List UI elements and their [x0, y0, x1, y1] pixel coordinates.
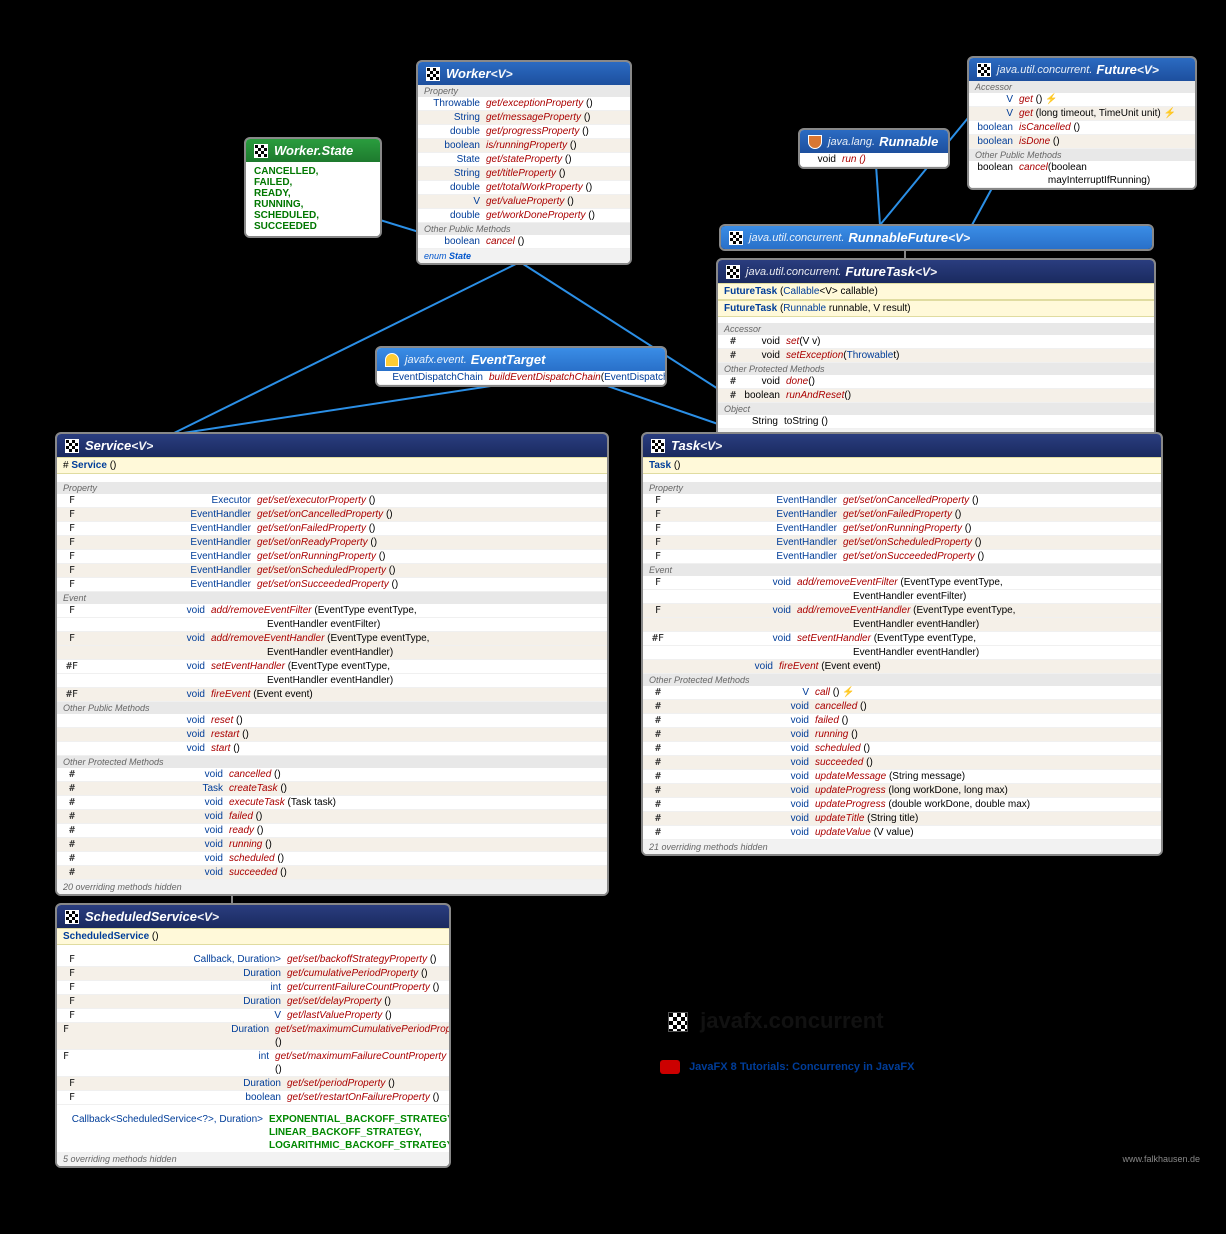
constructor: Task () — [643, 457, 1161, 474]
section-event: Event — [643, 564, 1161, 576]
section-protected: Other Protected Methods — [57, 756, 607, 768]
checker-icon — [65, 439, 79, 453]
title-bar: ScheduledService<V> — [57, 905, 449, 928]
title-bar: Worker.State — [246, 139, 380, 162]
enum-values: CANCELLED, FAILED, READY, RUNNING, SCHED… — [246, 162, 380, 236]
checker-icon — [65, 910, 79, 924]
interface-worker: Worker<V> Property Throwableget/exceptio… — [416, 60, 632, 265]
class-service: Service<V> # Service () Property FExecut… — [55, 432, 609, 896]
section-accessor: Accessor — [969, 81, 1195, 93]
checker-icon — [426, 67, 440, 81]
section-object: Object — [718, 403, 1154, 415]
title-bar: Service<V> — [57, 434, 607, 457]
checker-icon — [729, 231, 743, 245]
interface-runnable: java.lang.Runnable voidrun () — [798, 128, 950, 169]
title-bar: Task<V> — [643, 434, 1161, 457]
checker-icon — [726, 265, 740, 279]
class-future-task: java.util.concurrent.FutureTask<V> Futur… — [716, 258, 1156, 445]
constructor: ScheduledService () — [57, 928, 449, 945]
title-bar: javafx.event.EventTarget — [377, 348, 665, 371]
footer-url: www.falkhausen.de — [1122, 1154, 1200, 1164]
section-property: Property — [57, 482, 607, 494]
cup-icon — [808, 135, 822, 149]
section-protected: Other Protected Methods — [718, 363, 1154, 375]
constructor: FutureTask (Runnable runnable, V result) — [718, 300, 1154, 317]
constructor: FutureTask (Callable<V> callable) — [718, 283, 1154, 300]
package-label: javafx.concurrent — [668, 1008, 884, 1034]
section-other: Other Public Methods — [418, 223, 630, 235]
title-bar: Worker<V> — [418, 62, 630, 85]
constructor: # Service () — [57, 457, 607, 474]
enum-ref: enum State — [418, 249, 630, 263]
title-bar: java.lang.Runnable — [800, 130, 948, 153]
section-protected: Other Protected Methods — [643, 674, 1161, 686]
checker-icon — [977, 63, 991, 77]
title-bar: java.util.concurrent.FutureTask<V> — [718, 260, 1154, 283]
title-bar: java.util.concurrent.RunnableFuture<V> — [721, 226, 1152, 249]
class-scheduled-service: ScheduledService<V> ScheduledService () … — [55, 903, 451, 1168]
section-property: Property — [418, 85, 630, 97]
interface-event-target: javafx.event.EventTarget EventDispatchCh… — [375, 346, 667, 387]
bell-icon — [385, 353, 399, 367]
web-icon — [660, 1060, 680, 1074]
section-property: Property — [643, 482, 1161, 494]
footnote: 5 overriding methods hidden — [57, 1152, 449, 1166]
section-event: Event — [57, 592, 607, 604]
checker-icon — [651, 439, 665, 453]
interface-future: java.util.concurrent.Future<V> Accessor … — [967, 56, 1197, 190]
footnote: 21 overriding methods hidden — [643, 840, 1161, 854]
title-bar: java.util.concurrent.Future<V> — [969, 58, 1195, 81]
class-task: Task<V> Task () Property FEventHandlerge… — [641, 432, 1163, 856]
tutorial-link[interactable]: JavaFX 8 Tutorials: Concurrency in JavaF… — [660, 1060, 914, 1074]
section-other: Other Public Methods — [969, 149, 1195, 161]
checker-icon — [254, 144, 268, 158]
class-worker-state: Worker.State CANCELLED, FAILED, READY, R… — [244, 137, 382, 238]
footnote: 20 overriding methods hidden — [57, 880, 607, 894]
section-public: Other Public Methods — [57, 702, 607, 714]
interface-runnable-future: java.util.concurrent.RunnableFuture<V> — [719, 224, 1154, 251]
section-accessor: Accessor — [718, 323, 1154, 335]
